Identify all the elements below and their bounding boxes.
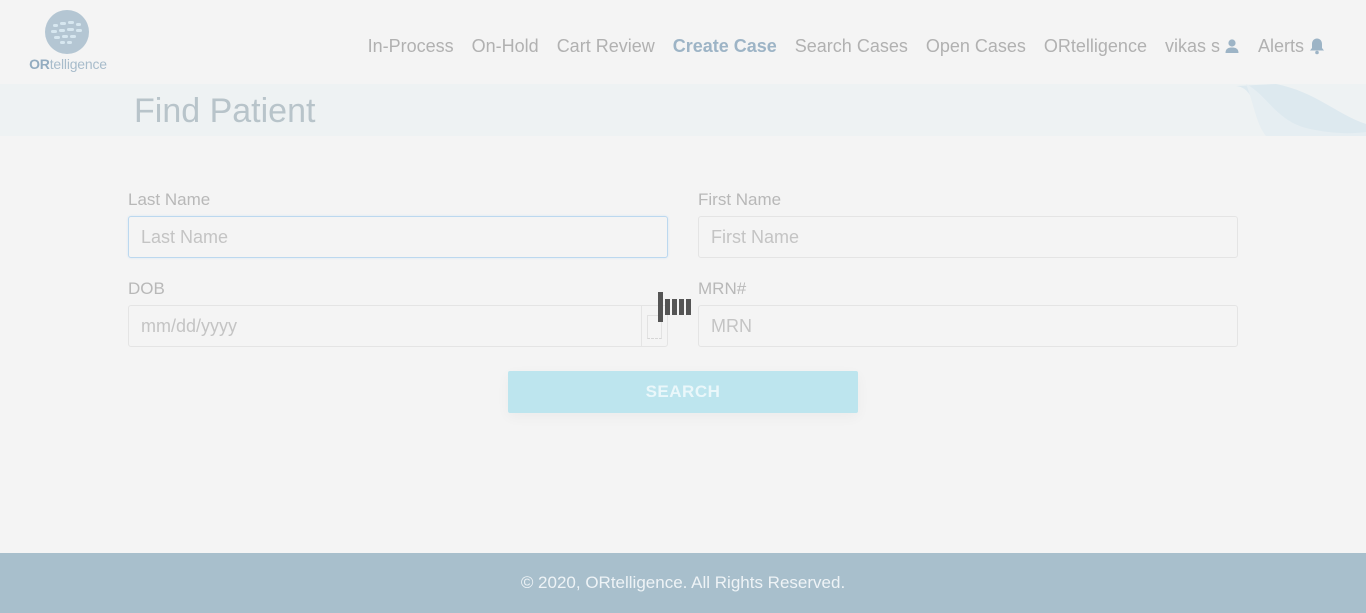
- top-header: ORtelligence In-Process On-Hold Cart Rev…: [0, 0, 1366, 84]
- nav-create-case[interactable]: Create Case: [673, 36, 777, 57]
- page-banner: Find Patient: [0, 84, 1366, 136]
- dob-input[interactable]: [128, 305, 668, 347]
- logo-emblem: [45, 10, 89, 54]
- nav-alerts[interactable]: Alerts: [1258, 36, 1326, 57]
- last-name-input[interactable]: [128, 216, 668, 258]
- nav-user-menu[interactable]: vikas s: [1165, 36, 1240, 57]
- mrn-label: MRN#: [698, 279, 747, 298]
- first-name-input[interactable]: [698, 216, 1238, 258]
- last-name-label: Last Name: [128, 190, 211, 209]
- page-footer: © 2020, ORtelligence. All Rights Reserve…: [0, 553, 1366, 613]
- nav-in-process[interactable]: In-Process: [368, 36, 454, 57]
- ortelligence-logo[interactable]: ORtelligence: [24, 8, 112, 76]
- nav-open-cases[interactable]: Open Cases: [926, 36, 1026, 57]
- nav-ortelligence[interactable]: ORtelligence: [1044, 36, 1147, 57]
- bell-icon: [1308, 37, 1326, 55]
- first-name-label: First Name: [698, 190, 782, 209]
- nav-cart-review[interactable]: Cart Review: [557, 36, 655, 57]
- logo-wordmark: ORtelligence: [29, 56, 107, 72]
- page-title: Find Patient: [134, 92, 316, 130]
- main-nav: In-Process On-Hold Cart Review Create Ca…: [350, 34, 1326, 58]
- mrn-input[interactable]: [698, 305, 1238, 347]
- nav-search-cases[interactable]: Search Cases: [795, 36, 908, 57]
- loading-spinner-icon: [658, 292, 694, 322]
- search-button[interactable]: SEARCH: [508, 371, 858, 413]
- copyright-text: © 2020, ORtelligence. All Rights Reserve…: [520, 573, 846, 592]
- banner-wave-decoration: [1236, 84, 1366, 136]
- user-icon: [1224, 38, 1240, 54]
- dob-label: DOB: [128, 279, 165, 298]
- nav-on-hold[interactable]: On-Hold: [472, 36, 539, 57]
